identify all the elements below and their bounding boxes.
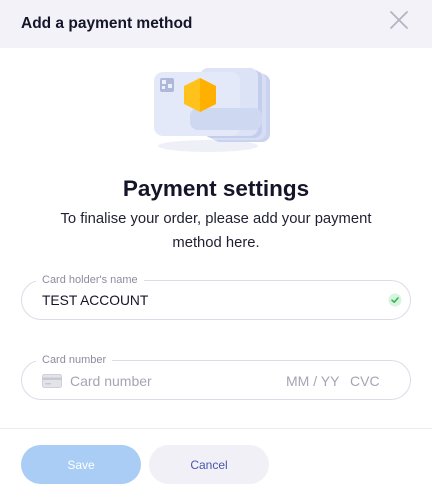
dialog-header: Add a payment method: [0, 0, 432, 48]
payment-cards-illustration: [154, 68, 270, 152]
card-cvc-input[interactable]: CVC: [350, 373, 380, 389]
page-title: Payment settings: [122, 176, 310, 201]
dialog-footer: Save Cancel: [0, 428, 432, 492]
cancel-button[interactable]: Cancel: [149, 445, 269, 484]
card-holder-input[interactable]: TEST ACCOUNT: [42, 293, 148, 308]
credit-card-icon: [42, 374, 62, 388]
card-number-field[interactable]: Card number Card number MM / YY CVC: [21, 353, 411, 400]
save-button[interactable]: Save: [21, 445, 141, 484]
check-circle-icon: [388, 293, 402, 307]
close-icon: [390, 11, 408, 29]
card-number-input[interactable]: Card number: [70, 373, 152, 389]
dialog-title: Add a payment method: [21, 15, 193, 32]
card-holder-field[interactable]: Card holder's name TEST ACCOUNT: [21, 273, 411, 320]
page-subtitle: To finalise your order, please add your …: [60, 211, 372, 251]
card-number-label: Card number: [36, 353, 113, 367]
card-holder-label: Card holder's name: [36, 273, 144, 287]
card-expiry-input[interactable]: MM / YY: [286, 373, 339, 389]
close-button[interactable]: [386, 7, 412, 33]
